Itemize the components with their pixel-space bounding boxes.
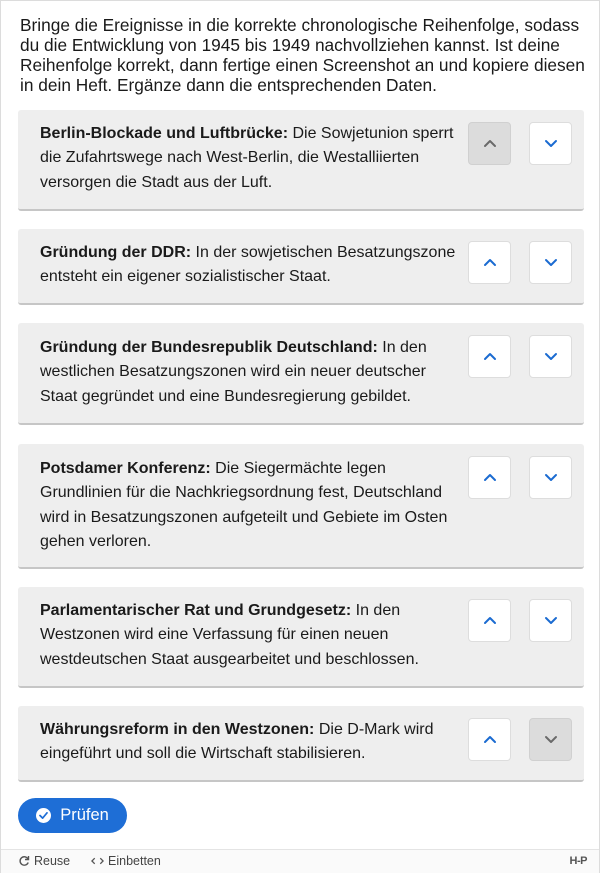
chevron-up-icon: [483, 617, 496, 624]
h5p-footer: Reuse Einbetten H-P: [1, 849, 599, 873]
item-text: Potsdamer Konferenz: Die Siegermächte le…: [40, 457, 460, 555]
chevron-down-icon: [544, 736, 557, 743]
sortable-item[interactable]: Gründung der DDR: In der sowjetischen Be…: [18, 229, 584, 305]
item-text: Gründung der DDR: In der sowjetischen Be…: [40, 241, 460, 290]
h5p-content-frame: Bringe die Ereignisse in die korrekte ch…: [0, 0, 600, 873]
item-title: Parlamentarischer Rat und Grundgesetz:: [40, 602, 352, 619]
move-up-button[interactable]: [468, 456, 511, 499]
chevron-down-icon: [544, 259, 557, 266]
check-button[interactable]: Prüfen: [18, 798, 127, 833]
item-title: Währungsreform in den Westzonen:: [40, 721, 315, 738]
refresh-icon: [19, 856, 30, 866]
item-text: Währungsreform in den Westzonen: Die D-M…: [40, 718, 460, 767]
chevron-down-icon: [544, 353, 557, 360]
move-down-button[interactable]: [529, 122, 572, 165]
embed-label: Einbetten: [108, 854, 161, 868]
move-up-button[interactable]: [468, 718, 511, 761]
item-title: Gründung der DDR:: [40, 244, 192, 261]
sortable-item[interactable]: Gründung der Bundesrepublik Deutschland:…: [18, 323, 584, 425]
sortable-item[interactable]: Währungsreform in den Westzonen: Die D-M…: [18, 706, 584, 782]
item-title: Berlin-Blockade und Luftbrücke:: [40, 125, 289, 142]
chevron-down-icon: [544, 617, 557, 624]
move-up-button[interactable]: [468, 599, 511, 642]
item-text: Parlamentarischer Rat und Grundgesetz: I…: [40, 599, 460, 672]
chevron-down-icon: [544, 140, 557, 147]
code-icon: [91, 857, 104, 865]
reuse-label: Reuse: [34, 854, 71, 868]
check-button-label: Prüfen: [60, 806, 109, 824]
item-text: Berlin-Blockade und Luftbrücke: Die Sowj…: [40, 122, 460, 195]
move-down-button[interactable]: [529, 241, 572, 284]
embed-link[interactable]: Einbetten: [91, 854, 161, 868]
item-text: Gründung der Bundesrepublik Deutschland:…: [40, 336, 460, 409]
chevron-up-icon: [483, 140, 496, 147]
sortable-item[interactable]: Parlamentarischer Rat und Grundgesetz: I…: [18, 587, 584, 688]
check-circle-icon: [36, 808, 52, 823]
sortable-item[interactable]: Berlin-Blockade und Luftbrücke: Die Sowj…: [18, 110, 584, 211]
chevron-up-icon: [483, 736, 496, 743]
h5p-logo: H-P: [569, 855, 588, 867]
move-up-button[interactable]: [468, 122, 511, 165]
move-down-button[interactable]: [529, 599, 572, 642]
move-down-button[interactable]: [529, 335, 572, 378]
task-instructions: Bringe die Ereignisse in die korrekte ch…: [20, 15, 585, 95]
item-title: Potsdamer Konferenz:: [40, 460, 211, 477]
chevron-up-icon: [483, 474, 496, 481]
chevron-up-icon: [483, 353, 496, 360]
move-down-button[interactable]: [529, 718, 572, 761]
chevron-up-icon: [483, 259, 496, 266]
sortable-item[interactable]: Potsdamer Konferenz: Die Siegermächte le…: [18, 444, 584, 569]
chevron-down-icon: [544, 474, 557, 481]
move-down-button[interactable]: [529, 456, 572, 499]
move-up-button[interactable]: [468, 241, 511, 284]
item-title: Gründung der Bundesrepublik Deutschland:: [40, 339, 378, 356]
move-up-button[interactable]: [468, 335, 511, 378]
reuse-link[interactable]: Reuse: [18, 854, 70, 868]
